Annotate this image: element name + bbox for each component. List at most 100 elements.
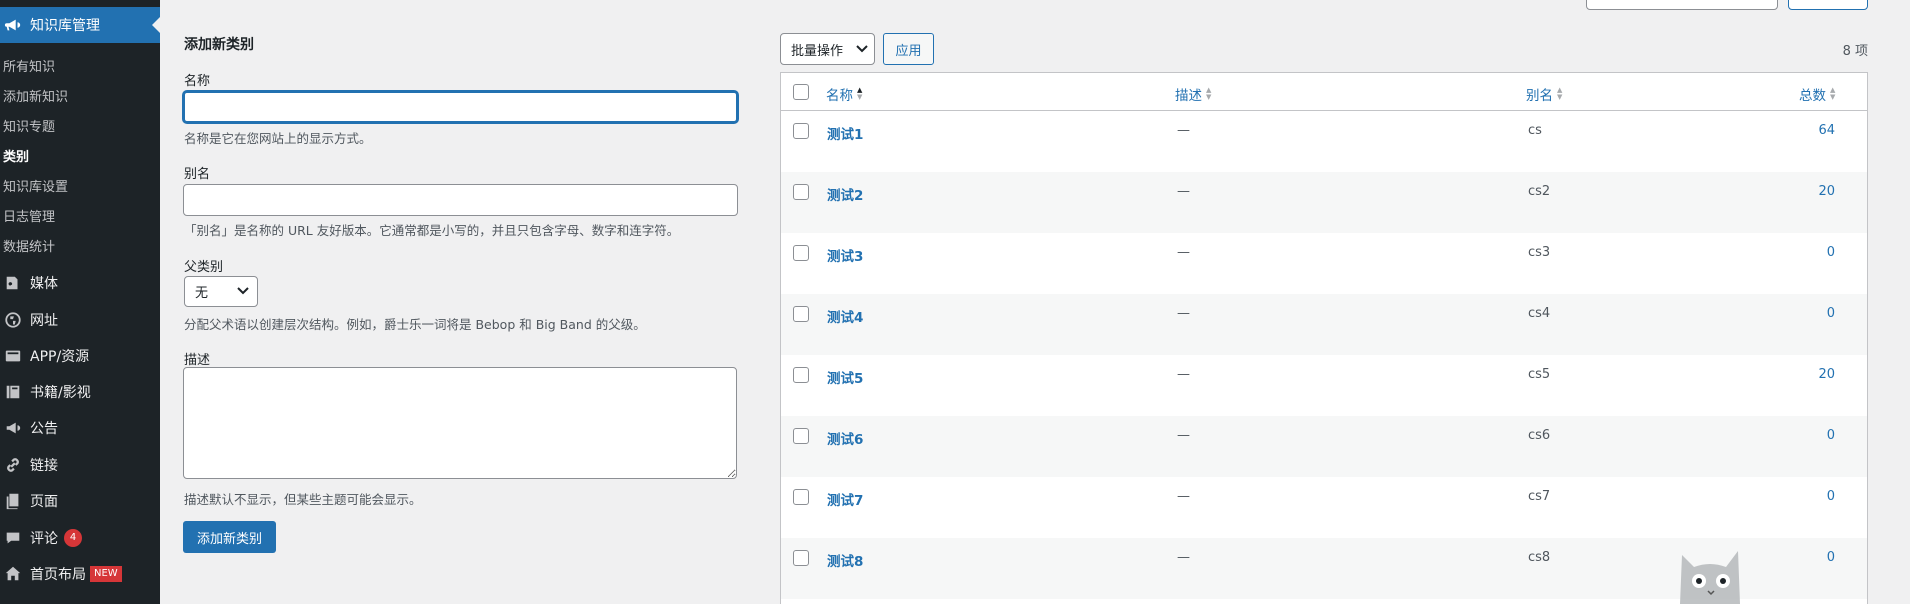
submenu-categories[interactable]: 类别 xyxy=(3,146,29,165)
row-count-link[interactable]: 0 xyxy=(1827,245,1835,260)
row-count-link[interactable]: 0 xyxy=(1827,306,1835,321)
row-description: — xyxy=(1177,489,1190,504)
menu-announcements[interactable]: 公告 xyxy=(0,410,160,446)
row-count-link[interactable]: 20 xyxy=(1818,184,1835,199)
bulk-action-select[interactable]: 批量操作 xyxy=(780,33,875,65)
row-checkbox[interactable] xyxy=(793,367,809,383)
comment-count-badge: 4 xyxy=(64,529,82,547)
name-help: 名称是它在您网站上的显示方式。 xyxy=(184,131,372,146)
megaphone-icon xyxy=(2,14,24,36)
cat-mascot-icon xyxy=(1680,551,1740,604)
row-slug: cs7 xyxy=(1528,489,1551,504)
name-input[interactable] xyxy=(183,91,738,123)
sort-icon: ▲ ▼ xyxy=(1557,86,1563,101)
search-input[interactable] xyxy=(1586,0,1778,10)
table-header: 名称 ▲ ▼ 描述 ▲ ▼ 别名 ▲ ▼ 总数 ▲ ▼ xyxy=(781,73,1867,111)
menu-pages[interactable]: 页面 xyxy=(0,483,160,519)
page-icon xyxy=(2,490,24,512)
row-description: — xyxy=(1177,550,1190,565)
row-checkbox[interactable] xyxy=(793,123,809,139)
submenu-add-knowledge[interactable]: 添加新知识 xyxy=(3,86,68,105)
app-icon xyxy=(2,345,24,367)
menu-links[interactable]: 链接 xyxy=(0,447,160,483)
row-checkbox[interactable] xyxy=(793,245,809,261)
row-checkbox[interactable] xyxy=(793,428,809,444)
row-description: — xyxy=(1177,367,1190,382)
row-name-link[interactable]: 测试7 xyxy=(827,489,863,509)
search-button[interactable] xyxy=(1788,0,1868,10)
menu-label: 评论 xyxy=(30,531,58,547)
menu-media[interactable]: 媒体 xyxy=(0,265,160,301)
row-name-link[interactable]: 测试1 xyxy=(827,123,863,143)
apply-button[interactable]: 应用 xyxy=(883,33,934,65)
table-row: 测试2 — cs2 20 xyxy=(781,172,1867,233)
row-count-link[interactable]: 64 xyxy=(1818,123,1835,138)
row-name-link[interactable]: 测试6 xyxy=(827,428,863,448)
table-row: 测试1 — cs 64 xyxy=(781,111,1867,172)
bulk-action-value: 批量操作 xyxy=(791,43,844,59)
row-count-link[interactable]: 0 xyxy=(1827,489,1835,504)
sort-icon: ▲ ▼ xyxy=(1206,86,1212,101)
column-name-header[interactable]: 名称 ▲ ▼ xyxy=(826,84,862,105)
row-description: — xyxy=(1177,306,1190,321)
parent-help: 分配父术语以创建层次结构。例如，爵士乐一词将是 Bebop 和 Big Band… xyxy=(184,317,646,332)
comment-icon xyxy=(2,527,24,549)
submenu-statistics[interactable]: 数据统计 xyxy=(3,236,55,255)
submenu-knowledge-topics[interactable]: 知识专题 xyxy=(3,116,55,135)
row-checkbox[interactable] xyxy=(793,550,809,566)
table-row: 测试6 — cs6 0 xyxy=(781,416,1867,477)
row-description: — xyxy=(1177,184,1190,199)
row-checkbox[interactable] xyxy=(793,184,809,200)
row-name-link[interactable]: 测试8 xyxy=(827,550,863,570)
description-textarea[interactable] xyxy=(183,367,737,479)
form-heading: 添加新类别 xyxy=(184,37,254,53)
slug-label: 别名 xyxy=(184,167,211,182)
row-name-link[interactable]: 测试2 xyxy=(827,184,863,204)
row-slug: cs6 xyxy=(1528,428,1551,443)
submenu-all-knowledge[interactable]: 所有知识 xyxy=(3,56,55,75)
menu-label: APP/资源 xyxy=(30,349,90,365)
menu-label: 公告 xyxy=(30,421,58,437)
row-count-link[interactable]: 0 xyxy=(1827,428,1835,443)
row-slug: cs5 xyxy=(1528,367,1551,382)
select-all-checkbox[interactable] xyxy=(793,84,809,100)
chevron-down-icon xyxy=(237,284,249,299)
menu-urls[interactable]: 网址 xyxy=(0,302,160,338)
megaphone-icon xyxy=(2,417,24,439)
row-name-link[interactable]: 测试3 xyxy=(827,245,863,265)
row-name-link[interactable]: 测试5 xyxy=(827,367,863,387)
row-name-link[interactable]: 测试4 xyxy=(827,306,863,326)
column-slug-header[interactable]: 别名 ▲ ▼ xyxy=(1526,84,1563,105)
menu-comments[interactable]: 评论 4 xyxy=(0,520,160,556)
submenu-kb-settings[interactable]: 知识库设置 xyxy=(3,176,68,195)
submenu-log-management[interactable]: 日志管理 xyxy=(3,206,55,225)
add-category-button[interactable]: 添加新类别 xyxy=(183,521,276,553)
row-count-link[interactable]: 20 xyxy=(1818,367,1835,382)
menu-home-layout[interactable]: 首页布局 NEW xyxy=(0,556,160,592)
row-checkbox[interactable] xyxy=(793,489,809,505)
menu-label: 链接 xyxy=(30,458,58,474)
parent-category-select[interactable]: 无 xyxy=(184,276,258,307)
row-slug: cs2 xyxy=(1528,184,1551,199)
column-count-header[interactable]: 总数 ▲ ▼ xyxy=(1799,84,1836,105)
row-count-link[interactable]: 0 xyxy=(1827,550,1835,565)
description-help: 描述默认不显示，但某些主题可能会显示。 xyxy=(184,492,422,507)
row-checkbox[interactable] xyxy=(793,306,809,322)
name-label: 名称 xyxy=(184,74,211,89)
table-row: 测试3 — cs3 0 xyxy=(781,233,1867,294)
category-table: 名称 ▲▼ 描述 ▲▼ 别名 ▲▼ 总数 ▲▼ 测试1 — cs 64 xyxy=(780,72,1868,604)
row-description: — xyxy=(1177,123,1190,138)
link-icon xyxy=(2,454,24,476)
admin-sidebar: 知识库管理 所有知识 添加新知识 知识专题 类别 知识库设置 日志管理 数据统计… xyxy=(0,0,160,604)
menu-books-films[interactable]: 书籍/影视 xyxy=(0,374,160,410)
slug-input[interactable] xyxy=(183,184,738,216)
menu-label: 首页布局 xyxy=(30,567,86,583)
menu-knowledge-base[interactable]: 知识库管理 xyxy=(0,7,160,43)
menu-app-resources[interactable]: APP/资源 xyxy=(0,338,160,374)
column-description-header[interactable]: 描述 ▲ ▼ xyxy=(1175,84,1212,105)
parent-label: 父类别 xyxy=(184,260,224,275)
sort-icon: ▲ ▼ xyxy=(1830,86,1836,101)
menu-label: 网址 xyxy=(30,313,58,329)
table-row: 测试7 — cs7 0 xyxy=(781,477,1867,538)
globe-icon xyxy=(2,309,24,331)
